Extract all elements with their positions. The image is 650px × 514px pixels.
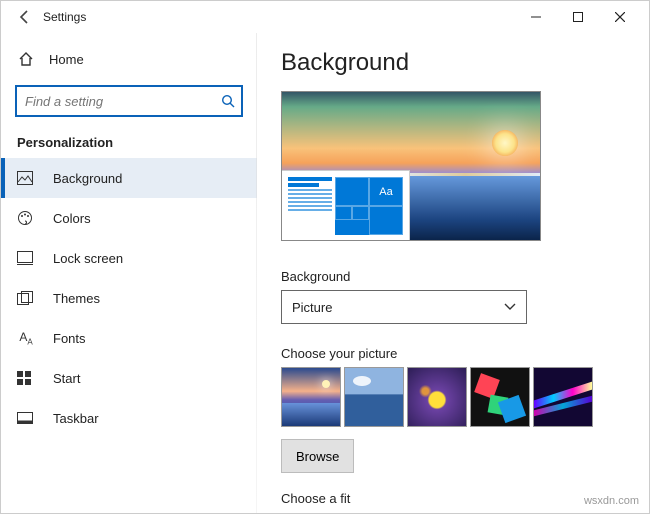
sidebar-item-background[interactable]: Background — [1, 158, 257, 198]
lock-screen-icon — [17, 251, 35, 265]
browse-button[interactable]: Browse — [281, 439, 354, 473]
choose-picture-label: Choose your picture — [281, 346, 625, 361]
sidebar-item-taskbar[interactable]: Taskbar — [1, 398, 257, 438]
close-button[interactable] — [599, 3, 641, 31]
picture-thumb-2[interactable] — [344, 367, 404, 427]
picture-thumbnails — [281, 367, 625, 427]
page-title: Background — [281, 49, 625, 77]
chevron-down-icon — [504, 303, 516, 311]
sidebar-item-label: Background — [53, 171, 122, 186]
sidebar-item-lockscreen[interactable]: Lock screen — [1, 238, 257, 278]
taskbar-icon — [17, 412, 35, 424]
sidebar-item-label: Fonts — [53, 331, 86, 346]
fonts-icon: AA — [17, 330, 35, 346]
sidebar: Home Personalization Background — [1, 33, 257, 513]
picture-thumb-4[interactable] — [470, 367, 530, 427]
picture-thumb-1[interactable] — [281, 367, 341, 427]
content-area: Background Aa Bac — [257, 33, 649, 513]
home-icon — [17, 51, 35, 67]
sidebar-item-colors[interactable]: Colors — [1, 198, 257, 238]
picture-thumb-5[interactable] — [533, 367, 593, 427]
choose-fit-label: Choose a fit — [281, 491, 625, 506]
desktop-preview: Aa — [281, 91, 541, 241]
sidebar-item-fonts[interactable]: AA Fonts — [1, 318, 257, 358]
sidebar-item-label: Colors — [53, 211, 91, 226]
palette-icon — [17, 210, 35, 226]
sample-text-tile: Aa — [369, 177, 403, 206]
sample-window: Aa — [282, 170, 410, 240]
sidebar-item-label: Start — [53, 371, 80, 386]
home-label: Home — [49, 52, 84, 67]
search-input[interactable] — [15, 85, 243, 117]
picture-thumb-3[interactable] — [407, 367, 467, 427]
maximize-button[interactable] — [557, 3, 599, 31]
themes-icon — [17, 291, 35, 305]
sidebar-item-themes[interactable]: Themes — [1, 278, 257, 318]
sidebar-group-label: Personalization — [1, 131, 257, 158]
sidebar-item-start[interactable]: Start — [1, 358, 257, 398]
home-nav[interactable]: Home — [1, 41, 257, 77]
watermark: wsxdn.com — [584, 495, 639, 507]
picture-icon — [17, 171, 35, 185]
sidebar-item-label: Lock screen — [53, 251, 123, 266]
background-type-value: Picture — [292, 300, 332, 315]
back-icon[interactable] — [17, 9, 33, 25]
app-title: Settings — [43, 10, 86, 24]
minimize-button[interactable] — [515, 3, 557, 31]
titlebar: Settings — [1, 1, 649, 33]
start-icon — [17, 371, 35, 385]
sidebar-item-label: Themes — [53, 291, 100, 306]
search-icon — [221, 94, 235, 108]
sidebar-item-label: Taskbar — [53, 411, 99, 426]
background-type-label: Background — [281, 269, 625, 284]
background-type-select[interactable]: Picture — [281, 290, 527, 324]
